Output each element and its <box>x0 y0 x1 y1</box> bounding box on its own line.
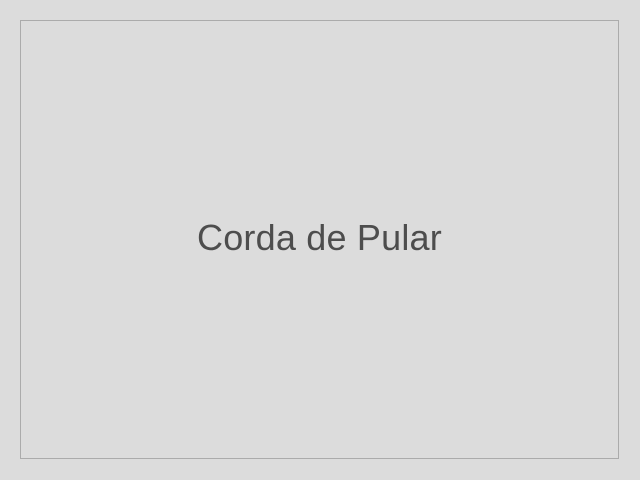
placeholder-caption: Corda de Pular <box>197 216 442 258</box>
placeholder-frame: Corda de Pular <box>20 20 619 459</box>
placeholder-page: Corda de Pular <box>0 0 640 480</box>
